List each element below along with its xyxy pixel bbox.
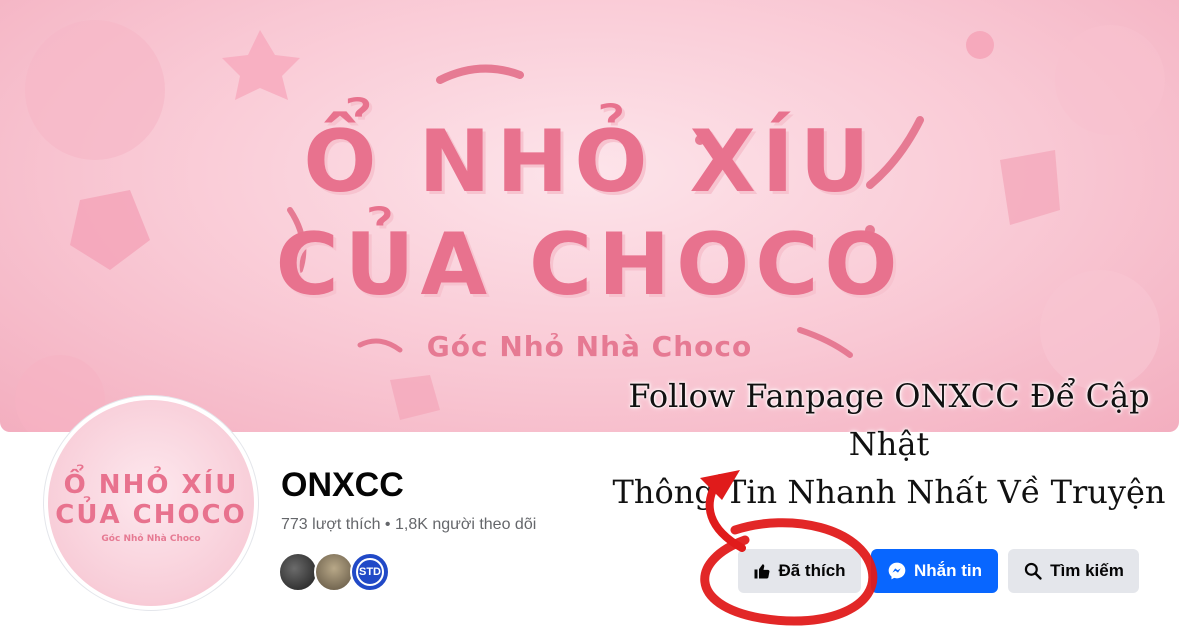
avatar-text-line2: CỦA CHOCO [55, 500, 247, 530]
avatar-image: Ổ NHỎ XÍU CỦA CHOCO Góc Nhỏ Nhà Choco [48, 400, 254, 606]
follower-logo-text: STD [359, 566, 381, 578]
page-name: ONXCC [281, 466, 404, 504]
search-button[interactable]: Tìm kiếm [1008, 549, 1139, 593]
search-button-label: Tìm kiếm [1050, 561, 1124, 580]
avatar-text-line1: Ổ NHỎ XÍU [63, 470, 239, 500]
cover-title-line1: Ổ NHỎ XÍU [303, 112, 876, 212]
page-stats[interactable]: 773 lượt thích • 1,8K người theo dõi [281, 516, 536, 534]
overlay-caption: Follow Fanpage ONXCC Để Cập Nhật Thông T… [600, 372, 1178, 516]
overlay-caption-line1: Follow Fanpage ONXCC Để Cập Nhật [628, 377, 1150, 463]
messenger-icon [887, 561, 907, 581]
page-avatar[interactable]: Ổ NHỎ XÍU CỦA CHOCO Góc Nhỏ Nhà Choco [44, 396, 258, 610]
message-button-label: Nhắn tin [914, 561, 982, 580]
liked-button[interactable]: Đã thích [738, 549, 861, 593]
message-button[interactable]: Nhắn tin [871, 549, 998, 593]
cover-title-line2: CỦA CHOCO [275, 215, 904, 315]
cover-photo[interactable]: Ổ NHỎ XÍU CỦA CHOCO Góc Nhỏ Nhà Choco [0, 0, 1179, 432]
follower-avatar-dark[interactable] [278, 552, 318, 592]
liked-button-label: Đã thích [778, 561, 846, 580]
overlay-caption-line2: Thông Tin Nhanh Nhất Về Truyện [612, 473, 1166, 511]
avatar-text-line3: Góc Nhỏ Nhà Choco [101, 534, 201, 544]
thumbs-up-icon [753, 562, 771, 580]
follower-avatar-beige[interactable] [314, 552, 354, 592]
follower-avatar-logo[interactable]: STD [350, 552, 390, 592]
cover-subtitle: Góc Nhỏ Nhà Choco [426, 330, 753, 363]
search-icon [1023, 561, 1043, 581]
